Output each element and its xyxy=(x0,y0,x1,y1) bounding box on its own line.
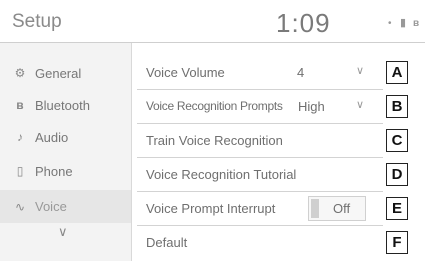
callout-label-e: E xyxy=(386,197,408,220)
chevron-down-icon[interactable]: ∨ xyxy=(356,98,364,111)
sidebar-item-bluetooth[interactable]: ʙ Bluetooth xyxy=(0,89,131,121)
voice-volume-row[interactable]: Voice Volume 4 ∨ xyxy=(137,56,383,90)
bluetooth-icon: ʙ xyxy=(16,98,24,112)
callout-label-a: A xyxy=(386,61,408,84)
sidebar-item-label: General xyxy=(35,65,82,81)
default-row[interactable]: Default xyxy=(137,226,383,259)
setting-label: Voice Volume xyxy=(146,65,225,80)
voice-prompt-interrupt-toggle[interactable]: Off xyxy=(308,196,366,221)
toggle-knob xyxy=(311,199,319,218)
sidebar-item-label: Voice xyxy=(35,199,67,214)
sidebar-item-voice[interactable]: ∿ Voice xyxy=(0,190,131,223)
gear-icon: ⚙ xyxy=(14,66,26,80)
setting-label: Voice Recognition Prompts xyxy=(146,99,283,113)
music-note-icon: ♪ xyxy=(17,130,23,144)
sidebar-item-audio[interactable]: ♪ Audio xyxy=(0,121,131,153)
callout-label-c: C xyxy=(386,129,408,152)
setting-value: High xyxy=(298,99,325,114)
voice-prompt-interrupt-row[interactable]: Voice Prompt Interrupt Off xyxy=(137,192,383,226)
sidebar-item-label: Bluetooth xyxy=(35,97,90,113)
setup-screen: Setup 1:09 • ▮ ʙ ⚙ General ʙ Bluetooth ♪… xyxy=(0,0,425,261)
setting-label: Train Voice Recognition xyxy=(146,133,283,148)
battery-icon: ▮ xyxy=(400,17,407,29)
callout-label-d: D xyxy=(386,163,408,186)
page-title: Setup xyxy=(12,11,62,32)
chevron-down-icon[interactable]: ∨ xyxy=(58,224,68,240)
voice-recognition-tutorial-row[interactable]: Voice Recognition Tutorial xyxy=(137,158,383,192)
toggle-value: Off xyxy=(333,201,351,216)
callout-label-f: F xyxy=(386,231,408,254)
sidebar-item-phone[interactable]: ▯ Phone xyxy=(0,155,131,187)
setting-label: Voice Recognition Tutorial xyxy=(146,167,297,182)
callout-label-b: B xyxy=(386,95,408,118)
voice-icon: ∿ xyxy=(14,199,26,214)
setting-value: 4 xyxy=(297,65,305,80)
sidebar-item-label: Phone xyxy=(35,163,73,179)
header-bar: Setup 1:09 • ▮ ʙ xyxy=(0,0,425,43)
train-voice-recognition-row[interactable]: Train Voice Recognition xyxy=(137,124,383,158)
sidebar-item-label: Audio xyxy=(35,129,69,145)
bluetooth-status-icon: ʙ xyxy=(413,18,420,29)
voice-recognition-prompts-row[interactable]: Voice Recognition Prompts High ∨ xyxy=(137,90,383,124)
setting-label: Voice Prompt Interrupt xyxy=(146,201,276,216)
chevron-down-icon[interactable]: ∨ xyxy=(356,64,364,77)
phone-icon: ▯ xyxy=(16,164,24,178)
sidebar-item-general[interactable]: ⚙ General xyxy=(0,57,131,89)
signal-icon: • xyxy=(388,18,392,29)
setting-label: Default xyxy=(146,235,188,250)
clock: 1:09 xyxy=(276,8,331,38)
